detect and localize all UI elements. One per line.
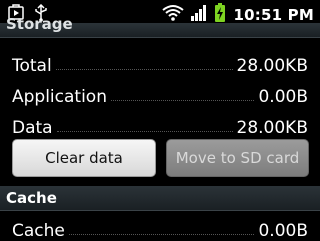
cache-section-header: Cache	[0, 186, 320, 211]
cache-header-label: Cache	[6, 189, 57, 207]
move-to-sd-card-button[interactable]: Move to SD card	[166, 139, 309, 177]
storage-header-label: Storage	[6, 15, 73, 33]
storage-row-total: Total 28.00KB	[12, 46, 308, 76]
leader-dots	[68, 234, 255, 235]
leader-dots	[55, 69, 233, 70]
row-value: 0.00B	[258, 221, 308, 241]
cache-row: Cache 0.00B	[12, 211, 308, 241]
storage-row-data: Data 28.00KB	[12, 108, 308, 138]
row-value: 28.00KB	[236, 118, 308, 138]
leader-dots	[56, 131, 233, 132]
row-value: 0.00B	[258, 87, 308, 107]
storage-section-header: Storage	[0, 15, 320, 38]
row-label: Cache	[12, 221, 65, 241]
row-label: Data	[12, 118, 53, 138]
leader-dots	[111, 100, 255, 101]
status-clock: 10:51 PM	[233, 6, 314, 24]
clear-data-button[interactable]: Clear data	[12, 139, 156, 177]
row-value: 28.00KB	[236, 56, 308, 76]
storage-row-application: Application 0.00B	[12, 77, 308, 107]
row-label: Application	[12, 87, 107, 107]
row-label: Total	[12, 56, 52, 76]
